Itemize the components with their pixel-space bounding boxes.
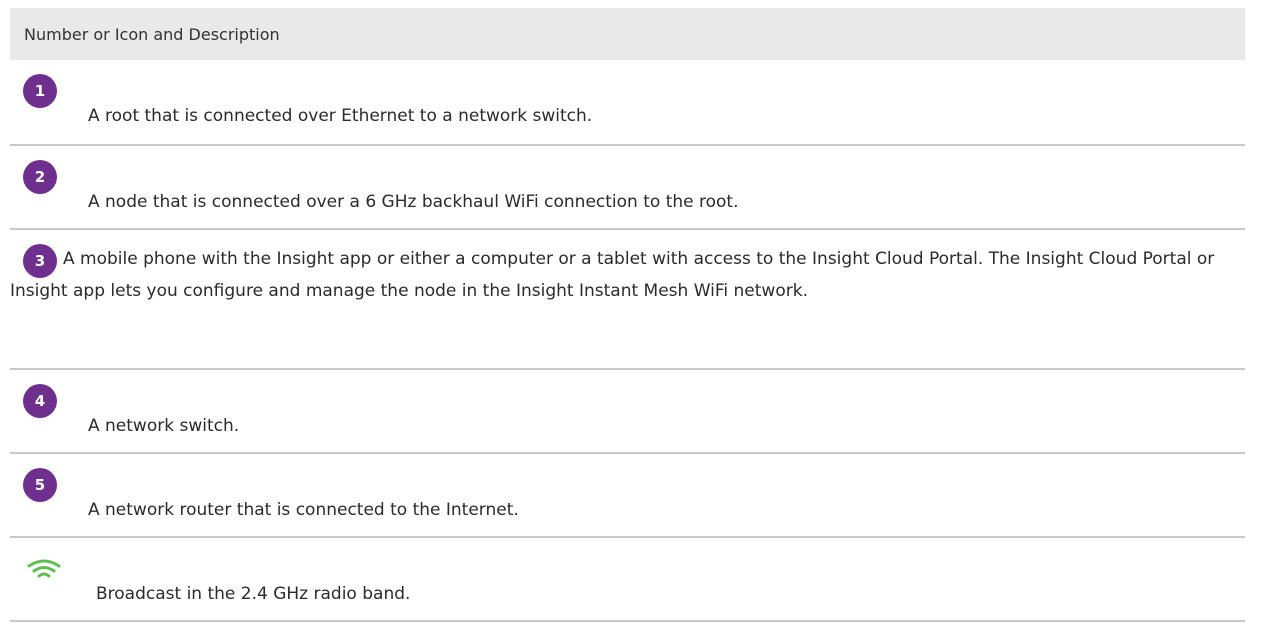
row-description: A root that is connected over Ethernet t… [88, 106, 593, 126]
table-row: 2 A node that is connected over a 6 GHz … [10, 146, 1245, 230]
table-row: 4 A network switch. [10, 370, 1245, 454]
number-badge-1: 1 [23, 74, 57, 108]
table-row: 5 A network router that is connected to … [10, 454, 1245, 538]
number-badge-3: 3 [23, 244, 57, 278]
table-header: Number or Icon and Description [10, 8, 1245, 60]
number-badge-5: 5 [23, 468, 57, 502]
row-paragraph: 3A mobile phone with the Insight app or … [10, 244, 1245, 304]
table-row: Broadcast in the 2.4 GHz radio band. [10, 538, 1245, 622]
table-row: 1 A root that is connected over Ethernet… [10, 60, 1245, 146]
description-table: Number or Icon and Description 1 A root … [10, 8, 1245, 622]
row-description: A mobile phone with the Insight app or e… [10, 249, 1215, 301]
table-header-label: Number or Icon and Description [24, 24, 280, 44]
number-badge-2: 2 [23, 160, 57, 194]
wifi-icon [27, 559, 61, 578]
row-description: Broadcast in the 2.4 GHz radio band. [96, 584, 411, 604]
row-description: A network switch. [88, 416, 240, 436]
number-badge-4: 4 [23, 384, 57, 418]
table-row: 3A mobile phone with the Insight app or … [10, 230, 1245, 370]
row-description: A node that is connected over a 6 GHz ba… [88, 192, 739, 212]
row-description: A network router that is connected to th… [88, 500, 519, 520]
